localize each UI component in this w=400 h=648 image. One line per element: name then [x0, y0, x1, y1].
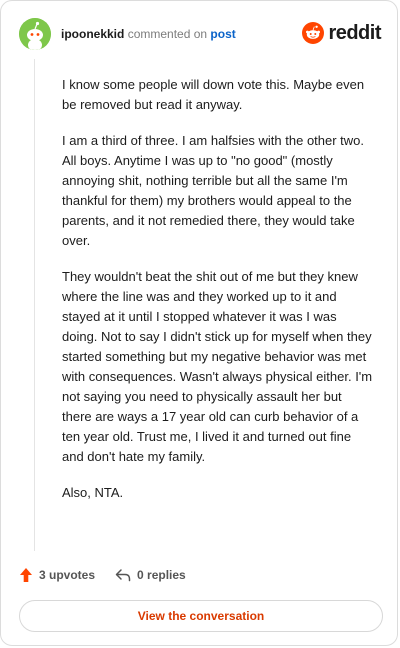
upvotes-label: 3 upvotes — [39, 568, 96, 582]
reddit-snoo-icon — [302, 22, 325, 44]
upvote-arrow-icon — [20, 568, 32, 582]
replies-label: 0 replies — [137, 568, 186, 582]
snoo-avatar-icon[interactable] — [19, 18, 51, 50]
comment-embed-card: ipoonekkid commented on post reddit I kn… — [0, 0, 398, 646]
reply-arrow-icon — [115, 569, 131, 582]
comment-footer: 3 upvotes 0 replies — [19, 567, 186, 583]
comment-body: I know some people will down vote this. … — [62, 75, 374, 519]
comment-paragraph: Also, NTA. — [62, 485, 124, 500]
view-conversation-button[interactable]: View the conversation — [19, 600, 383, 632]
comment-byline: ipoonekkid commented on post — [61, 26, 236, 42]
comment-header: ipoonekkid commented on post — [19, 18, 236, 50]
post-link[interactable]: post — [210, 27, 235, 41]
action-text: commented on — [127, 27, 208, 41]
reddit-logo[interactable]: reddit — [302, 20, 381, 46]
comment-paragraph: I know some people will down vote this. … — [62, 77, 365, 112]
upvotes-count[interactable]: 3 upvotes — [19, 567, 95, 583]
thread-line — [34, 59, 35, 551]
comment-paragraph: I am a third of three. I am halfsies wit… — [62, 133, 365, 248]
comment-paragraph: They wouldn't beat the shit out of me bu… — [62, 269, 373, 464]
author-username[interactable]: ipoonekkid — [61, 27, 124, 41]
reddit-wordmark: reddit — [328, 22, 381, 44]
replies-count[interactable]: 0 replies — [115, 568, 186, 582]
